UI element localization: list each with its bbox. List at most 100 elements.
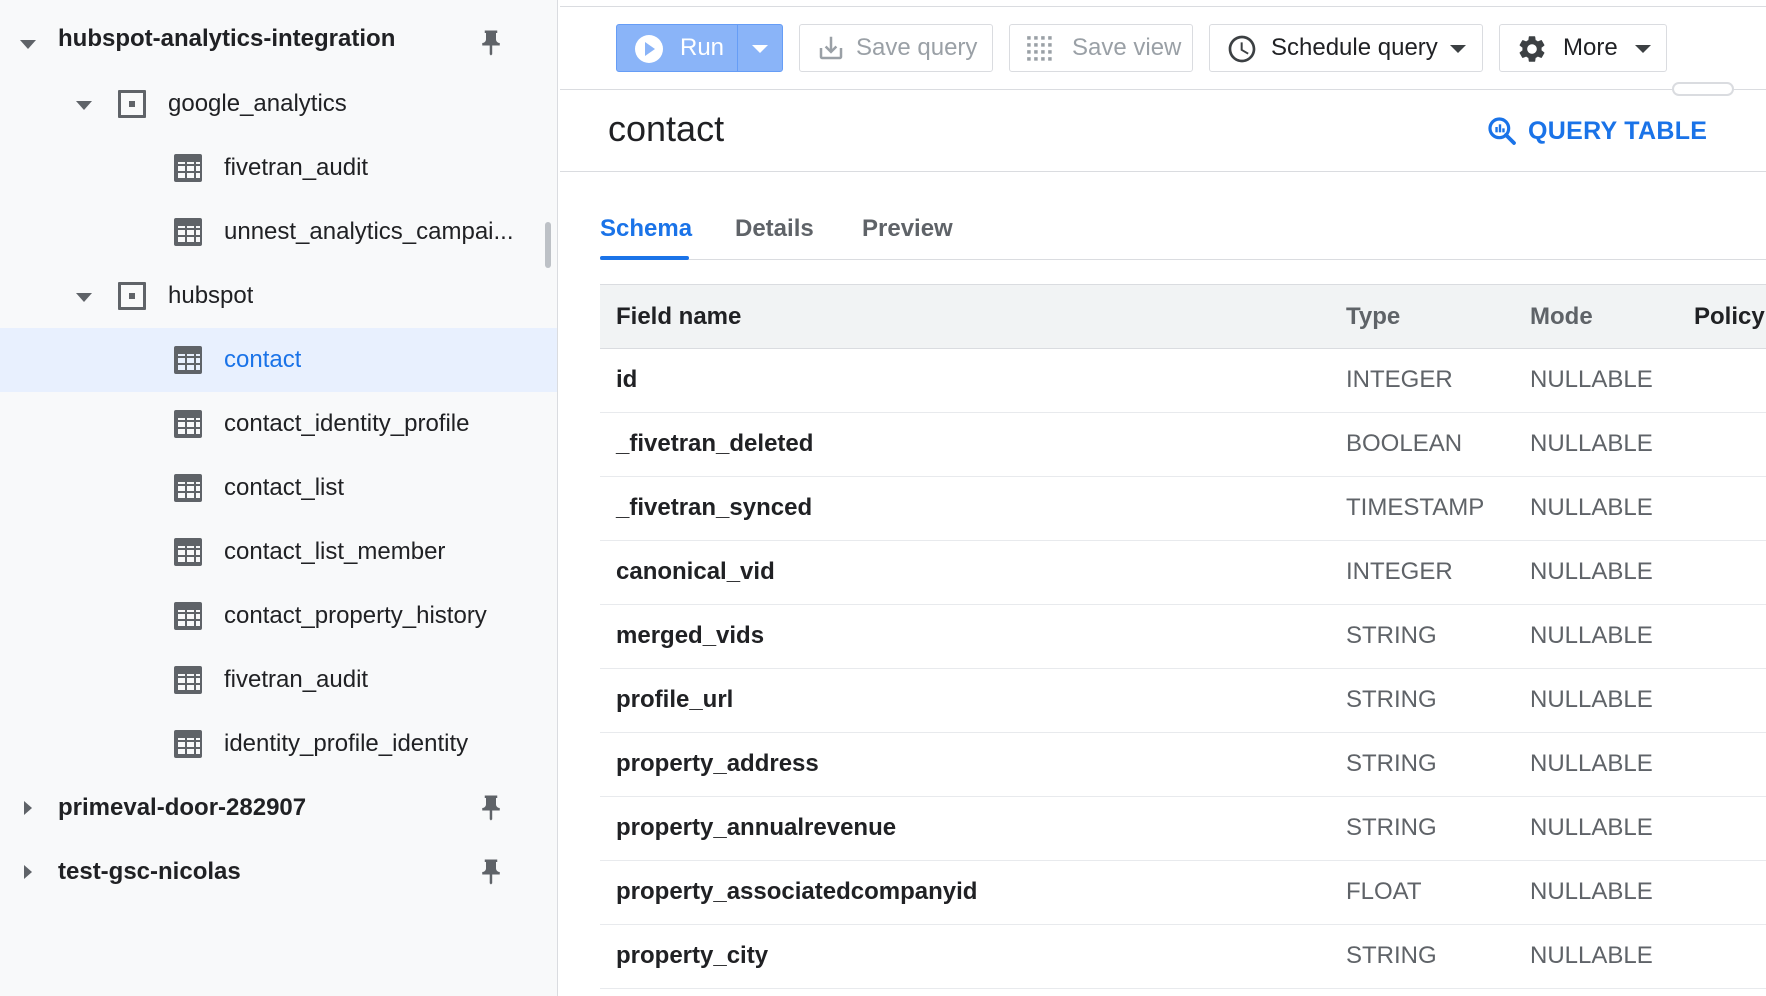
sidebar-scrollbar[interactable] xyxy=(545,222,551,268)
tree-item-label: contact_list xyxy=(224,474,345,501)
tree-item-label: hubspot xyxy=(168,282,254,309)
table-row: profile_url STRING NULLABLE xyxy=(600,669,1766,733)
tree-table-contact-identity-profile[interactable]: contact_identity_profile xyxy=(0,392,557,456)
table-row: property_associatedcompanyid FLOAT NULLA… xyxy=(600,861,1766,925)
more-dropdown-arrow-icon xyxy=(1635,45,1651,53)
search-chart-icon xyxy=(1488,117,1516,145)
tree-table-contact-list[interactable]: contact_list xyxy=(0,456,557,520)
gear-icon xyxy=(1519,36,1545,62)
tab-schema[interactable]: Schema xyxy=(600,208,692,260)
tree-item-label: contact_list_member xyxy=(224,538,446,565)
tree-item-label: fivetran_audit xyxy=(224,154,369,181)
tab-preview[interactable]: Preview xyxy=(862,208,953,260)
save-view-label: Save view xyxy=(1072,34,1182,61)
save-query-button[interactable]: Save query xyxy=(799,24,993,72)
tree-item-label: test-gsc-nicolas xyxy=(58,858,241,885)
more-button[interactable]: More xyxy=(1499,24,1667,72)
table-row: property_city STRING NULLABLE xyxy=(600,925,1766,989)
table-row: _fivetran_deleted BOOLEAN NULLABLE xyxy=(600,413,1766,477)
run-button-label: Run xyxy=(680,34,725,61)
tree-dataset-google-analytics[interactable]: google_analytics xyxy=(0,72,557,136)
table-icon xyxy=(174,666,202,694)
table-icon xyxy=(174,154,202,182)
save-view-button[interactable]: Save view xyxy=(1009,24,1193,72)
field-name-cell: id xyxy=(616,366,638,393)
caret-right-icon[interactable] xyxy=(24,801,32,815)
type-cell: INTEGER xyxy=(1346,366,1453,393)
field-name-cell: property_city xyxy=(616,942,769,969)
table-row: property_annualrevenue STRING NULLABLE xyxy=(600,797,1766,861)
table-icon xyxy=(174,410,202,438)
table-icon xyxy=(174,602,202,630)
field-name-cell: merged_vids xyxy=(616,622,765,649)
run-button[interactable]: Run xyxy=(616,24,783,72)
query-table-label: QUERY TABLE xyxy=(1528,116,1708,145)
clock-icon xyxy=(1228,35,1256,63)
column-header-field-name[interactable]: Field name xyxy=(616,303,741,331)
schedule-query-button[interactable]: Schedule query xyxy=(1209,24,1483,72)
tree-item-label: hubspot-analytics-integration xyxy=(58,25,396,52)
caret-down-icon[interactable] xyxy=(76,101,92,110)
table-row: _fivetran_synced TIMESTAMP NULLABLE xyxy=(600,477,1766,541)
type-cell: BOOLEAN xyxy=(1346,430,1463,457)
table-row: canonical_vid INTEGER NULLABLE xyxy=(600,541,1766,605)
tree-item-label: unnest_analytics_campai... xyxy=(224,218,514,245)
table-row: merged_vids STRING NULLABLE xyxy=(600,605,1766,669)
tree-project-hubspot-analytics-integration[interactable]: hubspot-analytics-integration xyxy=(0,8,557,72)
mode-cell: NULLABLE xyxy=(1530,622,1653,649)
detail-tabs: Schema Details Preview xyxy=(600,208,1766,260)
active-tab-indicator xyxy=(600,256,689,260)
tree-table-fivetran-audit-hubspot[interactable]: fivetran_audit xyxy=(0,648,557,712)
tree-table-fivetran-audit[interactable]: fivetran_audit xyxy=(0,136,557,200)
download-icon xyxy=(819,36,843,60)
type-cell: STRING xyxy=(1346,814,1437,841)
field-name-cell: canonical_vid xyxy=(616,558,775,585)
pin-icon[interactable] xyxy=(476,28,506,58)
field-name-cell: _fivetran_deleted xyxy=(616,430,814,457)
tree-dataset-hubspot[interactable]: hubspot xyxy=(0,264,557,328)
caret-down-icon[interactable] xyxy=(76,293,92,302)
tree-item-label: contact xyxy=(224,346,302,373)
field-name-cell: profile_url xyxy=(616,686,734,713)
column-header-policy[interactable]: Policy t xyxy=(1694,303,1766,331)
tab-details[interactable]: Details xyxy=(735,208,814,260)
type-cell: STRING xyxy=(1346,686,1437,713)
tree-item-label: contact_identity_profile xyxy=(224,410,470,437)
table-icon xyxy=(174,474,202,502)
tree-item-label: contact_property_history xyxy=(224,602,487,629)
save-query-label: Save query xyxy=(856,34,978,61)
table-icon xyxy=(174,730,202,758)
run-dropdown-arrow-icon[interactable] xyxy=(752,45,768,53)
table-icon xyxy=(174,218,202,246)
dataset-icon xyxy=(118,90,146,118)
table-icon xyxy=(174,346,202,374)
dataset-icon xyxy=(118,282,146,310)
table-row: id INTEGER NULLABLE xyxy=(600,349,1766,413)
schema-table-header: Field name Type Mode Policy t xyxy=(600,284,1766,349)
mode-cell: NULLABLE xyxy=(1530,430,1653,457)
type-cell: FLOAT xyxy=(1346,878,1422,905)
pin-icon[interactable] xyxy=(476,857,506,887)
schedule-query-label: Schedule query xyxy=(1271,34,1438,61)
mode-cell: NULLABLE xyxy=(1530,878,1653,905)
table-icon xyxy=(174,538,202,566)
tree-project-test-gsc-nicolas[interactable]: test-gsc-nicolas xyxy=(0,840,557,904)
tree-table-contact-property-history[interactable]: contact_property_history xyxy=(0,584,557,648)
column-header-mode[interactable]: Mode xyxy=(1530,303,1593,331)
tree-project-primeval-door-282907[interactable]: primeval-door-282907 xyxy=(0,776,557,840)
tree-item-label: primeval-door-282907 xyxy=(58,794,307,821)
tree-table-contact-list-member[interactable]: contact_list_member xyxy=(0,520,557,584)
tree-item-label: fivetran_audit xyxy=(224,666,369,693)
caret-right-icon[interactable] xyxy=(24,865,32,879)
run-divider xyxy=(737,25,738,71)
pin-icon[interactable] xyxy=(476,793,506,823)
mode-cell: NULLABLE xyxy=(1530,494,1653,521)
caret-down-icon[interactable] xyxy=(20,40,36,49)
page-title: contact xyxy=(608,108,725,149)
tree-table-unnest-analytics-campaign[interactable]: unnest_analytics_campai... xyxy=(0,200,557,264)
query-table-button[interactable]: QUERY TABLE xyxy=(1486,114,1707,148)
tree-table-contact[interactable]: contact xyxy=(0,328,557,392)
column-header-type[interactable]: Type xyxy=(1346,303,1400,331)
more-label: More xyxy=(1563,34,1618,61)
tree-table-identity-profile-identity[interactable]: identity_profile_identity xyxy=(0,712,557,776)
